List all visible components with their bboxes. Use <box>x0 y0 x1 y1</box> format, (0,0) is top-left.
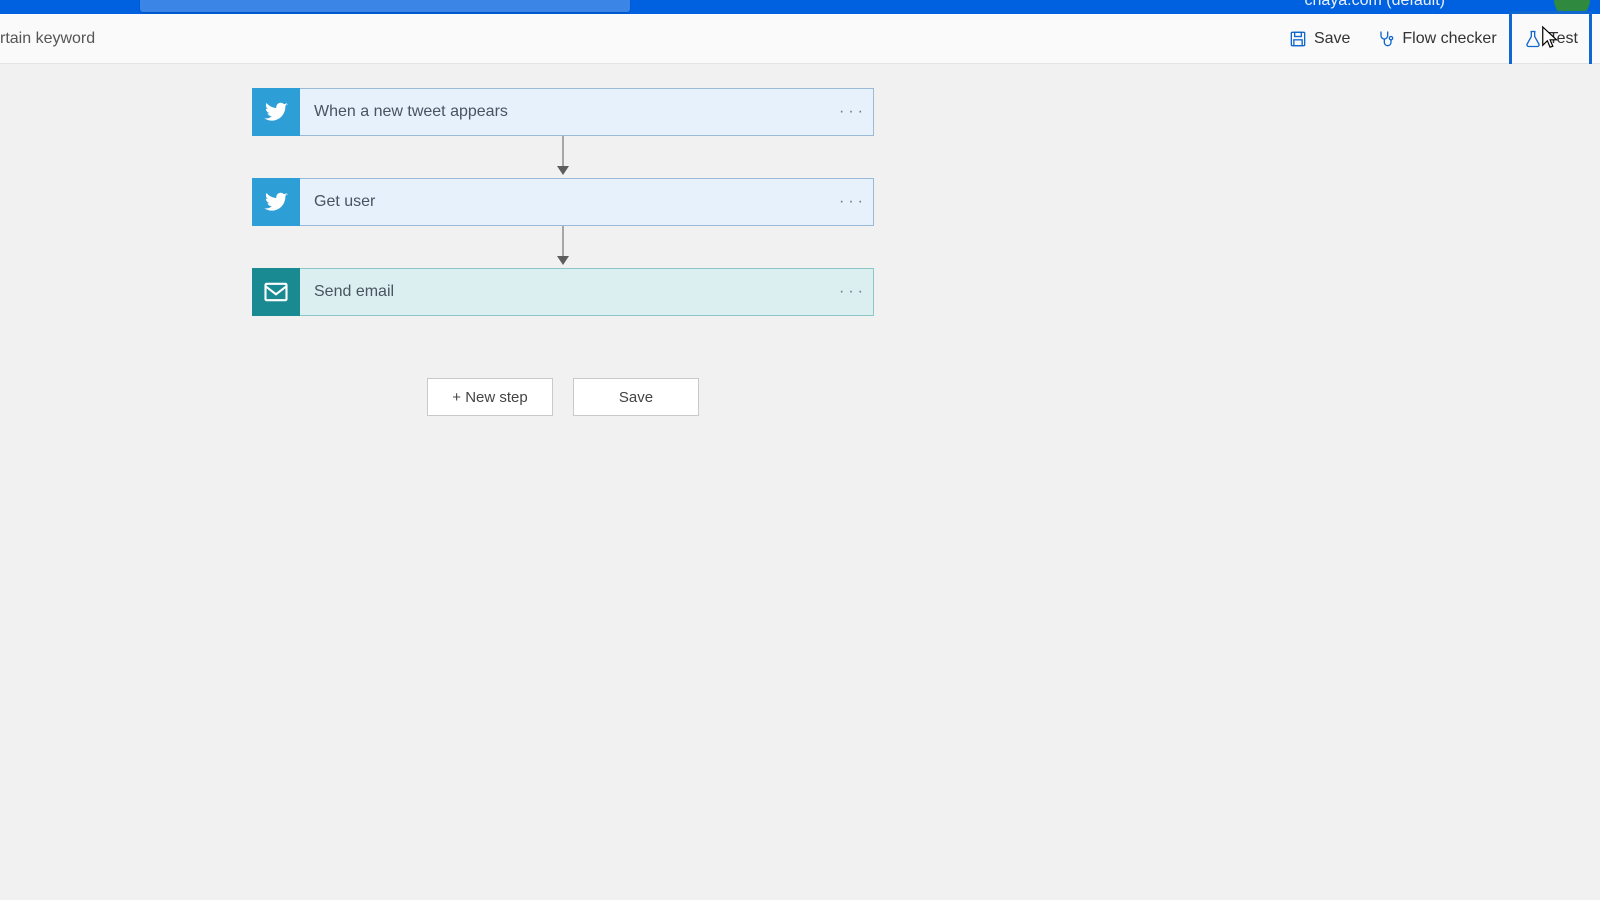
app-header: chaya.com (default) <box>0 0 1600 14</box>
step-menu-button[interactable]: ··· <box>833 103 873 121</box>
flow-checker-button[interactable]: Flow checker <box>1366 23 1506 55</box>
tenant-label: chaya.com (default) <box>1304 0 1445 10</box>
flow-step-1[interactable]: Get user··· <box>252 178 874 226</box>
twitter-icon <box>252 178 300 226</box>
test-button[interactable]: Test Test <box>1513 15 1588 63</box>
toolbar-actions: Save Flow checker Test Test <box>1272 14 1588 63</box>
flow-step-label: Get user <box>300 193 833 211</box>
new-step-button[interactable]: + New step <box>427 378 553 416</box>
save-button[interactable]: Save <box>1278 23 1360 55</box>
save-flow-button[interactable]: Save <box>573 378 699 416</box>
flow-title: rtain keyword <box>0 14 95 63</box>
flow-checker-label: Flow checker <box>1402 30 1496 48</box>
flask-icon <box>1523 29 1543 49</box>
flow-connector-arrow[interactable] <box>252 226 874 268</box>
stethoscope-icon <box>1376 29 1396 49</box>
global-search-input[interactable] <box>140 0 630 12</box>
flow-step-2[interactable]: Send email··· <box>252 268 874 316</box>
canvas-footer-buttons: + New step Save <box>252 378 874 416</box>
flow-step-label: When a new tweet appears <box>300 103 833 121</box>
flow-step-label: Send email <box>300 283 833 301</box>
flow-canvas: When a new tweet appears···Get user···Se… <box>0 64 1600 900</box>
step-menu-button[interactable]: ··· <box>833 283 873 301</box>
flow-step-0[interactable]: When a new tweet appears··· <box>252 88 874 136</box>
save-icon <box>1288 29 1308 49</box>
step-menu-button[interactable]: ··· <box>833 193 873 211</box>
save-button-label: Save <box>1314 30 1350 48</box>
test-button-label: Test <box>1549 30 1578 48</box>
flow-connector-arrow[interactable] <box>252 136 874 178</box>
twitter-icon <box>252 88 300 136</box>
mail-icon <box>252 268 300 316</box>
editor-toolbar: rtain keyword Save Flow checker <box>0 14 1600 64</box>
